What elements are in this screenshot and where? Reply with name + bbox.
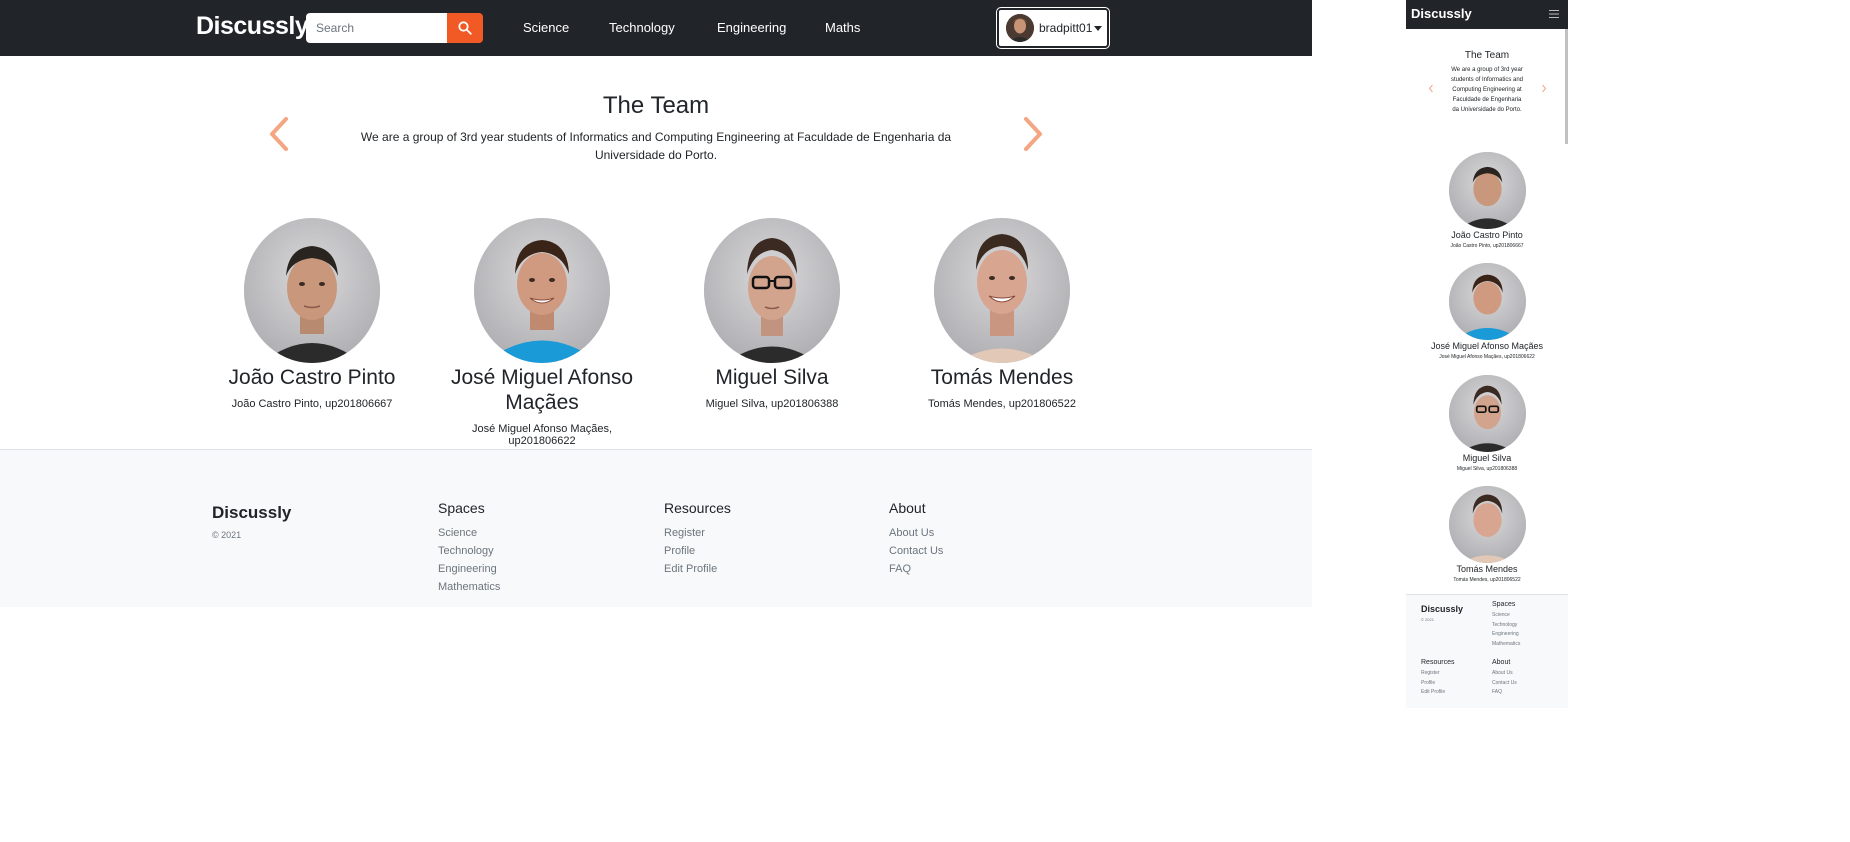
team-member-card: José Miguel Afonso Maçães José Miguel Af… [1406, 263, 1568, 360]
mobile-page-title: The Team [1464, 50, 1510, 61]
nav-link-science[interactable]: Science [523, 20, 569, 35]
team-member-card: João Castro Pinto João Castro Pinto, up2… [212, 218, 412, 410]
member-subtitle: José Miguel Afonso Maçães, up201806622 [471, 423, 613, 447]
member-name: José Miguel Afonso Maçães [450, 366, 634, 414]
team-member-card: Tomás Mendes Tomás Mendes, up201806522 [1406, 486, 1568, 583]
member-subtitle: João Castro Pinto, up201806667 [231, 398, 393, 410]
chevron-right-icon[interactable] [1018, 113, 1048, 155]
footer-link-science[interactable]: Science [1492, 611, 1520, 621]
user-menu-button[interactable]: bradpitt01 [997, 8, 1109, 48]
footer-link-edit-profile[interactable]: Edit Profile [1421, 688, 1454, 698]
footer-column-title: Spaces [438, 500, 485, 516]
team-member-card: Tomás Mendes Tomás Mendes, up201806522 [902, 218, 1102, 410]
member-photo [704, 218, 840, 363]
member-photo [474, 218, 610, 363]
mobile-footer: Discussly © 2021 Spaces Science Technolo… [1406, 594, 1568, 708]
footer-link-mathematics[interactable]: Mathematics [438, 578, 500, 596]
footer-link-about-us[interactable]: About Us [1492, 669, 1517, 679]
footer-link-edit-profile[interactable]: Edit Profile [664, 560, 731, 578]
member-subtitle: Miguel Silva, up201806388 [1456, 466, 1518, 472]
team-member-card: Miguel Silva Miguel Silva, up201806388 [672, 218, 872, 410]
footer-column-about: About About Us Contact Us FAQ [889, 500, 943, 578]
member-photo [244, 218, 380, 363]
footer-copyright: © 2021 [212, 530, 242, 540]
member-photo [1448, 263, 1526, 340]
team-member-card: Miguel Silva Miguel Silva, up201806388 [1406, 375, 1568, 472]
footer-brand: Discussly [1421, 604, 1464, 614]
member-photo [934, 218, 1070, 363]
mobile-navbar: Discussly [1406, 0, 1568, 29]
navbar: Discussly Science Technology Engineering… [0, 0, 1312, 56]
footer-column-title: Resources [1421, 659, 1455, 666]
member-subtitle: Miguel Silva, up201806388 [705, 398, 839, 410]
member-subtitle: José Miguel Afonso Maçães, up201806622 [1439, 354, 1535, 360]
nav-link-maths[interactable]: Maths [825, 20, 860, 35]
footer-link-faq[interactable]: FAQ [1492, 688, 1517, 698]
member-name: Tomás Mendes [930, 366, 1074, 389]
member-subtitle: Tomás Mendes, up201806522 [1453, 577, 1521, 583]
footer-column-title: Resources [664, 500, 731, 516]
footer-link-technology[interactable]: Technology [1492, 621, 1520, 631]
search-input[interactable] [306, 13, 447, 43]
footer-link-faq[interactable]: FAQ [889, 560, 943, 578]
footer-column-title: Spaces [1492, 601, 1516, 608]
avatar [1006, 14, 1034, 42]
footer-copyright: © 2021 [1421, 617, 1434, 622]
member-photo [1448, 486, 1526, 563]
footer-link-register[interactable]: Register [1421, 669, 1454, 679]
hamburger-icon[interactable] [1546, 6, 1562, 22]
nav-link-technology[interactable]: Technology [609, 20, 675, 35]
member-name: João Castro Pinto [1451, 230, 1523, 240]
footer-link-register[interactable]: Register [664, 524, 731, 542]
footer-column-about: About About Us Contact Us FAQ [1492, 659, 1517, 698]
member-name: João Castro Pinto [228, 366, 396, 389]
member-name: José Miguel Afonso Maçães [1430, 341, 1544, 351]
caret-down-icon [1094, 26, 1102, 31]
mobile-brand-logo[interactable]: Discussly [1411, 6, 1472, 21]
footer-column-title: About [1492, 659, 1511, 666]
chevron-left-icon[interactable] [1428, 84, 1434, 93]
member-name: Miguel Silva [1462, 453, 1512, 463]
team-member-card: José Miguel Afonso Maçães José Miguel Af… [442, 218, 642, 447]
desktop-viewport: Discussly Science Technology Engineering… [0, 0, 1312, 842]
member-name: Tomás Mendes [1456, 564, 1518, 574]
footer-link-engineering[interactable]: Engineering [438, 560, 500, 578]
team-member-card: João Castro Pinto João Castro Pinto, up2… [1406, 152, 1568, 249]
team-description: We are a group of 3rd year students of I… [360, 130, 952, 162]
footer-link-contact-us[interactable]: Contact Us [889, 542, 943, 560]
scrollbar[interactable] [1565, 29, 1568, 144]
search-button[interactable] [447, 13, 483, 43]
footer-link-science[interactable]: Science [438, 524, 500, 542]
footer-link-mathematics[interactable]: Mathematics [1492, 640, 1520, 650]
member-photo [1448, 375, 1526, 452]
footer-brand: Discussly [212, 503, 292, 522]
member-subtitle: João Castro Pinto, up201806667 [1450, 243, 1524, 249]
footer-column-title: About [889, 500, 926, 516]
footer-column-spaces: Spaces Science Technology Engineering Ma… [1492, 601, 1520, 649]
footer-link-profile[interactable]: Profile [664, 542, 731, 560]
footer: Discussly © 2021 Spaces Science Technolo… [0, 449, 1312, 607]
member-subtitle: Tomás Mendes, up201806522 [928, 398, 1076, 410]
footer-column-resources: Resources Register Profile Edit Profile [1421, 659, 1454, 698]
username-label: bradpitt01 [1039, 21, 1093, 35]
mobile-team-description: We are a group of 3rd year students of I… [1450, 67, 1524, 113]
footer-link-technology[interactable]: Technology [438, 542, 500, 560]
footer-link-profile[interactable]: Profile [1421, 679, 1454, 689]
member-photo [1448, 152, 1526, 229]
footer-column-resources: Resources Register Profile Edit Profile [664, 500, 731, 578]
footer-link-contact-us[interactable]: Contact Us [1492, 679, 1517, 689]
chevron-left-icon[interactable] [264, 113, 294, 155]
mobile-viewport: Discussly The Team We are a group of 3rd… [1406, 0, 1568, 708]
brand-logo[interactable]: Discussly [196, 12, 309, 41]
footer-column-spaces: Spaces Science Technology Engineering Ma… [438, 500, 500, 596]
page-title: The Team [602, 92, 710, 119]
member-name: Miguel Silva [715, 366, 829, 389]
chevron-right-icon[interactable] [1541, 84, 1547, 93]
footer-link-engineering[interactable]: Engineering [1492, 630, 1520, 640]
search-icon [458, 21, 472, 35]
footer-link-about-us[interactable]: About Us [889, 524, 943, 542]
nav-link-engineering[interactable]: Engineering [717, 20, 786, 35]
